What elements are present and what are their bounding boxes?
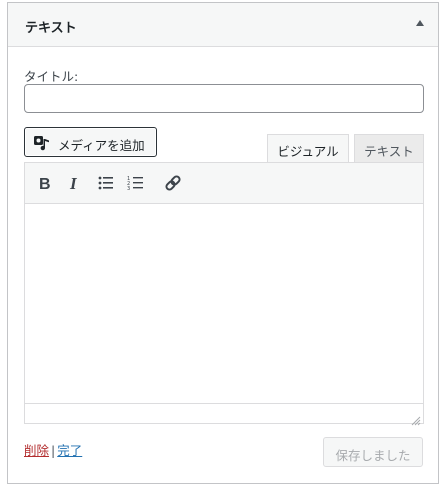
media-icon [33, 134, 51, 152]
widget-title: テキスト [25, 21, 77, 36]
editor-statusbar [25, 403, 423, 426]
svg-text:3: 3 [127, 186, 130, 192]
save-button[interactable]: 保存しました [323, 437, 423, 467]
editor: B I 1 2 3 [24, 162, 424, 426]
link-icon[interactable] [162, 172, 184, 194]
resize-handle-icon[interactable] [411, 411, 421, 426]
numbered-list-icon[interactable]: 1 2 3 [125, 172, 147, 194]
tab-visual[interactable]: ビジュアル [267, 134, 349, 163]
add-media-label: メディアを追加 [58, 138, 145, 153]
bulleted-list-icon[interactable] [95, 172, 117, 194]
bold-icon[interactable]: B [34, 172, 56, 194]
link-separator: | [51, 443, 56, 458]
tab-text[interactable]: テキスト [354, 134, 424, 163]
widget-actions: 削除 | 完了 [24, 440, 82, 459]
svg-text:I: I [69, 174, 78, 193]
widget-header[interactable]: テキスト [8, 3, 438, 47]
add-media-button[interactable]: メディアを追加 [24, 127, 157, 157]
done-link[interactable]: 完了 [57, 443, 82, 458]
editor-toolbar: B I 1 2 3 [25, 163, 423, 204]
text-widget: テキスト タイトル: メディアを追加 ビジュアル テキスト B I 1 2 3 … [7, 2, 439, 484]
editor-content-area[interactable] [25, 205, 423, 403]
italic-icon[interactable]: I [64, 172, 86, 194]
title-input[interactable] [24, 84, 424, 113]
title-label: タイトル: [24, 69, 79, 84]
delete-link[interactable]: 削除 [24, 443, 49, 458]
svg-text:B: B [39, 176, 51, 193]
arrow-up-icon[interactable] [416, 20, 424, 26]
